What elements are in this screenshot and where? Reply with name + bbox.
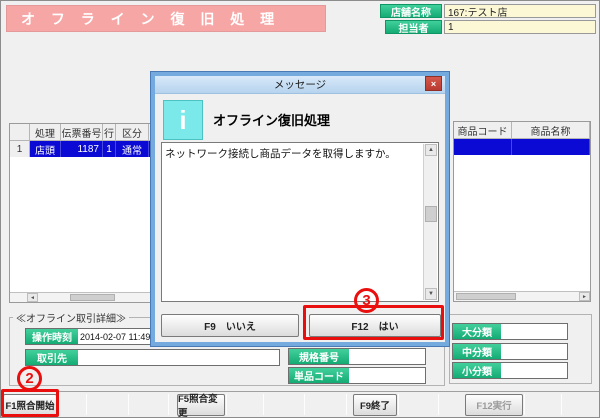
close-icon[interactable]: × — [425, 76, 442, 91]
table-body-empty — [454, 155, 590, 291]
separator — [128, 394, 129, 415]
large-class-row: 大分類 — [452, 323, 568, 340]
item-code-field[interactable] — [349, 368, 425, 383]
scrollbar-thumb[interactable] — [70, 294, 115, 301]
scrollbar-thumb[interactable] — [425, 206, 437, 222]
f9-exit-button[interactable]: F9終了 — [353, 394, 397, 416]
dialog-titlebar[interactable]: メッセージ — [155, 76, 445, 94]
page-title: オ フ ラ イ ン 復 旧 処 理 — [6, 5, 326, 32]
scroll-down-icon[interactable]: ▼ — [425, 288, 437, 300]
cell-process: 店頭 — [30, 141, 61, 157]
dialog-heading: オフライン復旧処理 — [213, 110, 330, 129]
f5-verify-change-button[interactable]: F5照合変更 — [177, 394, 225, 416]
standard-no-label: 規格番号 — [289, 349, 349, 364]
corner-cell — [10, 124, 30, 141]
dialog-message: ネットワーク接続し商品データを取得しますか。 — [165, 148, 396, 160]
cell-line: 1 — [103, 141, 116, 157]
horizontal-scrollbar[interactable]: ► — [454, 291, 590, 301]
small-class-row: 小分類 — [452, 362, 568, 379]
middle-class-row: 中分類 — [452, 343, 568, 360]
staff-field[interactable]: 1 — [444, 20, 596, 34]
col-product-name: 商品名称 — [512, 122, 590, 139]
annotation-rect-f1-button — [1, 389, 59, 417]
cell-slip-no: 1187 — [61, 141, 103, 157]
middle-class-label: 中分類 — [453, 344, 501, 359]
operation-time-label: 操作時刻 — [26, 329, 78, 344]
scrollbar-thumb[interactable] — [456, 293, 516, 300]
table-header-row: 商品コード 商品名称 — [454, 122, 590, 139]
no-button[interactable]: F9 いいえ — [161, 314, 299, 337]
cell-product-name — [512, 139, 590, 155]
offline-recovery-window: オ フ ラ イ ン 復 旧 処 理 店舗名称 167:テスト店 担当者 1 処理… — [0, 0, 600, 418]
scroll-up-icon[interactable]: ▲ — [425, 144, 437, 156]
partner-row: 取引先 — [25, 349, 280, 366]
standard-no-field[interactable] — [349, 349, 425, 364]
col-slip-no: 伝票番号 — [61, 124, 103, 141]
dialog-message-box: ネットワーク接続し商品データを取得しますか。 ▲ ▼ — [161, 142, 439, 302]
separator — [86, 394, 87, 415]
separator — [561, 394, 562, 415]
separator — [226, 394, 227, 415]
separator — [263, 394, 264, 415]
item-code-row: 単品コード — [288, 367, 426, 384]
partner-field[interactable] — [78, 350, 279, 365]
col-kubun: 区分 — [116, 124, 149, 141]
scroll-left-icon[interactable]: ◄ — [27, 293, 38, 302]
partner-label: 取引先 — [26, 350, 78, 365]
vertical-scrollbar[interactable]: ▲ ▼ — [423, 144, 437, 300]
annotation-step2-badge: 2 — [17, 366, 42, 391]
table-body-empty — [10, 157, 170, 292]
table-header-row: 処理 伝票番号 行 区分 — [10, 124, 170, 141]
large-class-label: 大分類 — [453, 324, 501, 339]
scroll-right-icon[interactable]: ► — [579, 292, 590, 301]
f12-execute-button[interactable]: F12実行 — [465, 394, 523, 416]
staff-label: 担当者 — [385, 20, 442, 34]
table-row[interactable]: 1 店頭 1187 1 通常 — [10, 141, 170, 157]
products-table[interactable]: 商品コード 商品名称 ► — [453, 121, 591, 302]
row-number: 1 — [10, 141, 30, 157]
dialog-title: メッセージ — [274, 77, 326, 92]
separator — [398, 394, 399, 415]
info-icon: i — [163, 100, 203, 140]
separator — [168, 394, 169, 415]
cell-product-code — [454, 139, 512, 155]
col-line: 行 — [103, 124, 116, 141]
small-class-label: 小分類 — [453, 363, 501, 378]
horizontal-scrollbar[interactable]: ◄ — [10, 292, 170, 302]
large-class-field[interactable] — [501, 324, 567, 339]
cell-kubun: 通常 — [116, 141, 149, 157]
store-name-label: 店舗名称 — [380, 4, 442, 18]
standard-no-row: 規格番号 — [288, 348, 426, 365]
separator — [304, 394, 305, 415]
annotation-step3-badge: 3 — [354, 288, 379, 313]
offline-detail-title: ≪オフライン取引詳細≫ — [13, 310, 129, 325]
small-class-field[interactable] — [501, 363, 567, 378]
separator — [438, 394, 439, 415]
item-code-label: 単品コード — [289, 368, 349, 383]
store-name-field[interactable]: 167:テスト店 — [444, 4, 596, 18]
separator — [346, 394, 347, 415]
table-row[interactable] — [454, 139, 590, 155]
separator — [524, 394, 525, 415]
col-product-code: 商品コード — [454, 122, 512, 139]
function-key-bar: F1照合開始 F5照合変更 F9終了 F12実行 — [1, 391, 600, 417]
offline-transactions-table[interactable]: 処理 伝票番号 行 区分 1 店頭 1187 1 通常 ◄ — [9, 123, 171, 303]
col-process: 処理 — [30, 124, 61, 141]
middle-class-field[interactable] — [501, 344, 567, 359]
